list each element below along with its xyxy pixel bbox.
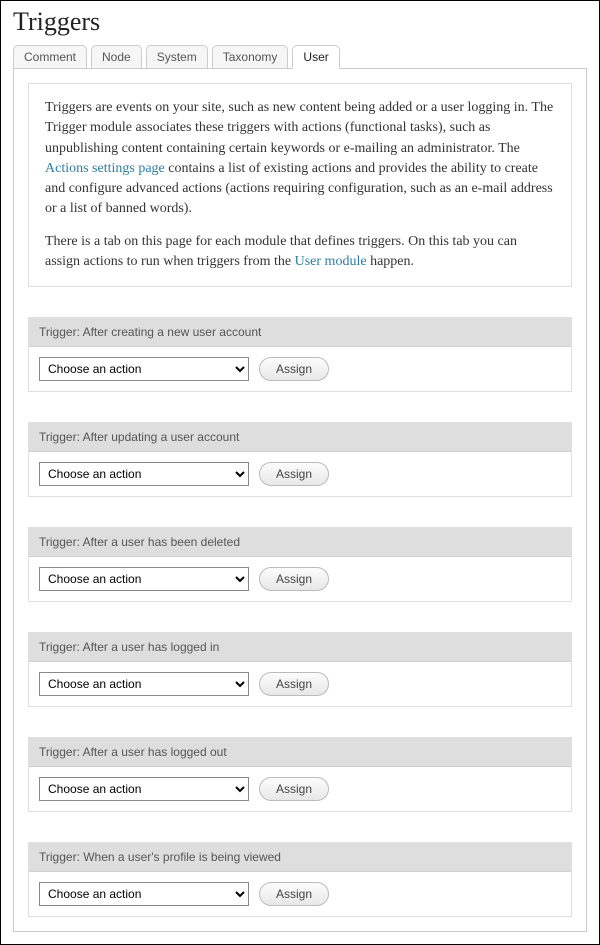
trigger-section: Trigger: When a user's profile is being … bbox=[28, 842, 572, 917]
action-select[interactable]: Choose an action bbox=[39, 567, 249, 591]
trigger-section: Trigger: After a user has been deleted C… bbox=[28, 527, 572, 602]
trigger-body: Choose an action Assign bbox=[29, 557, 571, 601]
action-select[interactable]: Choose an action bbox=[39, 777, 249, 801]
tabs-bar: Comment Node System Taxonomy User bbox=[13, 45, 587, 69]
assign-button[interactable]: Assign bbox=[259, 567, 329, 591]
assign-button[interactable]: Assign bbox=[259, 882, 329, 906]
triggers-page: Triggers Comment Node System Taxonomy Us… bbox=[0, 0, 600, 945]
action-select[interactable]: Choose an action bbox=[39, 672, 249, 696]
tab-comment[interactable]: Comment bbox=[13, 45, 87, 69]
trigger-header: Trigger: After a user has logged in bbox=[29, 633, 571, 662]
trigger-body: Choose an action Assign bbox=[29, 767, 571, 811]
help-paragraph-1: Triggers are events on your site, such a… bbox=[45, 98, 555, 220]
action-select[interactable]: Choose an action bbox=[39, 357, 249, 381]
assign-button[interactable]: Assign bbox=[259, 777, 329, 801]
trigger-header: Trigger: After creating a new user accou… bbox=[29, 318, 571, 347]
tab-taxonomy[interactable]: Taxonomy bbox=[212, 45, 289, 69]
page-title: Triggers bbox=[13, 7, 587, 37]
trigger-header: Trigger: When a user's profile is being … bbox=[29, 843, 571, 872]
trigger-body: Choose an action Assign bbox=[29, 347, 571, 391]
assign-button[interactable]: Assign bbox=[259, 462, 329, 486]
assign-button[interactable]: Assign bbox=[259, 672, 329, 696]
help-box: Triggers are events on your site, such a… bbox=[28, 83, 572, 287]
trigger-header: Trigger: After a user has been deleted bbox=[29, 528, 571, 557]
action-select[interactable]: Choose an action bbox=[39, 882, 249, 906]
trigger-section: Trigger: After updating a user account C… bbox=[28, 422, 572, 497]
tab-node[interactable]: Node bbox=[91, 45, 142, 69]
tab-system[interactable]: System bbox=[146, 45, 208, 69]
trigger-section: Trigger: After a user has logged out Cho… bbox=[28, 737, 572, 812]
help-text: There is a tab on this page for each mod… bbox=[45, 234, 517, 269]
trigger-header: Trigger: After a user has logged out bbox=[29, 738, 571, 767]
trigger-section: Trigger: After creating a new user accou… bbox=[28, 317, 572, 392]
trigger-body: Choose an action Assign bbox=[29, 872, 571, 916]
help-paragraph-2: There is a tab on this page for each mod… bbox=[45, 232, 555, 273]
trigger-body: Choose an action Assign bbox=[29, 452, 571, 496]
action-select[interactable]: Choose an action bbox=[39, 462, 249, 486]
trigger-header: Trigger: After updating a user account bbox=[29, 423, 571, 452]
tab-user[interactable]: User bbox=[292, 45, 339, 69]
user-module-link[interactable]: User module bbox=[295, 254, 367, 269]
actions-settings-link[interactable]: Actions settings page bbox=[45, 161, 165, 176]
trigger-body: Choose an action Assign bbox=[29, 662, 571, 706]
assign-button[interactable]: Assign bbox=[259, 357, 329, 381]
help-text: happen. bbox=[367, 254, 414, 269]
trigger-section: Trigger: After a user has logged in Choo… bbox=[28, 632, 572, 707]
tab-panel: Triggers are events on your site, such a… bbox=[13, 68, 587, 932]
help-text: Triggers are events on your site, such a… bbox=[45, 100, 553, 156]
